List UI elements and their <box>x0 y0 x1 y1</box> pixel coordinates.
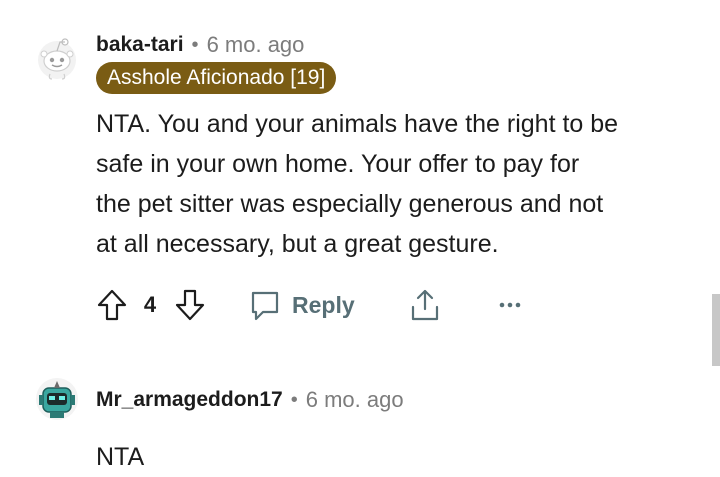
user-flair: Asshole Aficionado [19] <box>96 62 337 94</box>
user-avatar[interactable] <box>34 376 80 422</box>
comment: Mr_armageddon17 • 6 mo. ago NTA <box>0 360 720 474</box>
snoo-avatar-icon <box>38 38 76 80</box>
separator-dot: • <box>290 388 298 411</box>
downvote-arrow-icon <box>175 289 205 321</box>
comment-line: NTA <box>96 443 145 471</box>
speech-bubble-icon <box>251 291 279 321</box>
robot-avatar-icon <box>36 378 78 420</box>
comment-body: NTA. You and your animals have the right… <box>96 104 696 264</box>
comment-body: NTA <box>96 437 696 477</box>
comment-line: safe in your own home. Your offer to pay… <box>96 150 580 178</box>
user-avatar[interactable] <box>34 34 80 80</box>
separator-dot: • <box>191 33 199 56</box>
username[interactable]: Mr_armageddon17 <box>96 388 283 412</box>
comment-line: the pet sitter was especially generous a… <box>96 190 604 218</box>
share-icon <box>411 289 439 321</box>
vote-count: 4 <box>138 284 162 326</box>
comment-header: Mr_armageddon17 • 6 mo. ago <box>96 385 404 415</box>
more-options-button[interactable] <box>496 294 524 316</box>
comment-line: NTA. You and your animals have the right… <box>96 110 619 138</box>
timestamp[interactable]: 6 mo. ago <box>306 387 404 413</box>
username[interactable]: baka-tari <box>96 33 184 57</box>
comment-line: at all necessary, but a great gesture. <box>96 230 499 258</box>
timestamp[interactable]: 6 mo. ago <box>207 32 305 58</box>
reply-label: Reply <box>292 291 355 318</box>
comment: baka-tari • 6 mo. ago Asshole Aficionado… <box>0 0 720 340</box>
share-button[interactable] <box>408 286 442 324</box>
reply-button[interactable]: Reply <box>248 284 355 326</box>
scrollbar[interactable] <box>712 294 720 366</box>
comment-header: baka-tari • 6 mo. ago <box>96 30 304 60</box>
upvote-arrow-icon <box>97 289 127 321</box>
comment-actions: 4 Reply <box>96 284 556 326</box>
downvote-button[interactable] <box>174 287 206 323</box>
vote-count-label: 4 <box>143 292 157 317</box>
more-dots-icon <box>499 302 521 308</box>
upvote-button[interactable] <box>96 287 128 323</box>
